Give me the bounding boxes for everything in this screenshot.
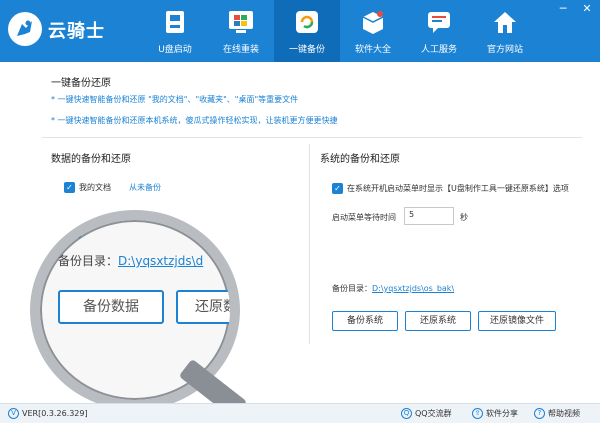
- window-controls: ─ ✕: [556, 2, 594, 16]
- help-video-link[interactable]: ? 帮助视频: [534, 408, 580, 419]
- share-icon: ⇪: [472, 408, 483, 419]
- version-info: V VER[0.3.26.329]: [8, 408, 88, 419]
- checkbox-checked-icon[interactable]: ✓: [67, 224, 81, 238]
- help-icon: ?: [534, 408, 545, 419]
- magnified-checkbox-row[interactable]: ✓: [67, 224, 81, 238]
- backup-data-button[interactable]: 备份数据: [58, 290, 164, 324]
- system-section-title: 系统的备份和还原: [320, 154, 400, 165]
- backup-dir-link[interactable]: D:\yqsxtzjds\d: [118, 254, 203, 268]
- checkbox-checked-icon[interactable]: ✓: [64, 182, 75, 193]
- minimize-button[interactable]: ─: [556, 2, 570, 16]
- status-bar: V VER[0.3.26.329] Q QQ交流群 ⇪ 软件分享 ? 帮助视频: [0, 403, 600, 423]
- section-divider: [42, 137, 582, 138]
- boot-menu-option-label: 在系统开机启动菜单时显示【U盘制作工具一键还原系统】选项: [347, 184, 569, 193]
- windows-icon: [229, 11, 253, 33]
- nav-one-key-backup[interactable]: 一键备份: [274, 0, 340, 62]
- backup-hint-1: * 一键快速智能备份和还原 "我的文档"、"收藏夹"、"桌面"等重要文件: [51, 95, 299, 104]
- app-title: 云骑士: [48, 21, 105, 42]
- magnified-backup-dir: 备份目录：D:\yqsxtzjds\d: [58, 254, 204, 268]
- backup-restore-title: 一键备份还原: [51, 78, 111, 89]
- nav-official-site[interactable]: 官方网站: [472, 0, 538, 62]
- restore-image-button[interactable]: 还原镜像文件: [478, 311, 556, 331]
- wait-time-unit: 秒: [460, 213, 468, 222]
- wait-time-label: 启动菜单等待时间: [332, 213, 396, 222]
- knight-logo-icon: [8, 12, 42, 46]
- app-header: 云骑士 U盘启动 在线重装 一键备份 软件大全 人工服务 官方网站 ─ ✕: [0, 0, 600, 62]
- version-icon: V: [8, 408, 19, 419]
- backup-hint-2: * 一键快速智能备份和还原本机系统，傻瓜式操作轻松实现，让装机更方便更快捷: [51, 116, 338, 125]
- software-icon: [362, 11, 384, 34]
- nav-software-center[interactable]: 软件大全: [340, 0, 406, 62]
- restore-data-button[interactable]: 还原数: [176, 290, 230, 324]
- app-logo: 云骑士: [8, 10, 128, 50]
- close-button[interactable]: ✕: [580, 2, 594, 16]
- system-backup-dir: 备份目录：D:\yqsxtzjds\os_bak\: [332, 284, 455, 293]
- share-link[interactable]: ⇪ 软件分享: [472, 408, 518, 419]
- my-docs-label: 我的文档: [79, 183, 111, 192]
- nav-online-reinstall[interactable]: 在线重装: [208, 0, 274, 62]
- wait-time-input[interactable]: 5: [404, 207, 454, 225]
- my-docs-checkbox-row[interactable]: ✓ 我的文档 从未备份: [64, 182, 161, 193]
- never-backed-up-status: 从未备份: [129, 183, 161, 192]
- backup-icon: [296, 11, 318, 33]
- boot-menu-option-row[interactable]: ✓ 在系统开机启动菜单时显示【U盘制作工具一键还原系统】选项: [332, 183, 569, 194]
- chat-icon: [428, 12, 450, 33]
- column-divider: [309, 144, 310, 344]
- home-icon: [494, 12, 516, 33]
- backup-system-button[interactable]: 备份系统: [332, 311, 398, 331]
- system-backup-dir-link[interactable]: D:\yqsxtzjds\os_bak\: [372, 284, 454, 293]
- qq-icon: Q: [401, 408, 412, 419]
- top-nav: U盘启动 在线重装 一键备份 软件大全 人工服务 官方网站: [142, 0, 538, 62]
- nav-manual-service[interactable]: 人工服务: [406, 0, 472, 62]
- qq-group-link[interactable]: Q QQ交流群: [401, 408, 452, 419]
- data-section-title: 数据的备份和还原: [51, 154, 131, 165]
- usb-icon: [166, 11, 184, 33]
- checkbox-checked-icon[interactable]: ✓: [332, 183, 343, 194]
- nav-usb-boot[interactable]: U盘启动: [142, 0, 208, 62]
- main-content: 一键备份还原 * 一键快速智能备份和还原 "我的文档"、"收藏夹"、"桌面"等重…: [0, 62, 600, 410]
- restore-system-button[interactable]: 还原系统: [405, 311, 471, 331]
